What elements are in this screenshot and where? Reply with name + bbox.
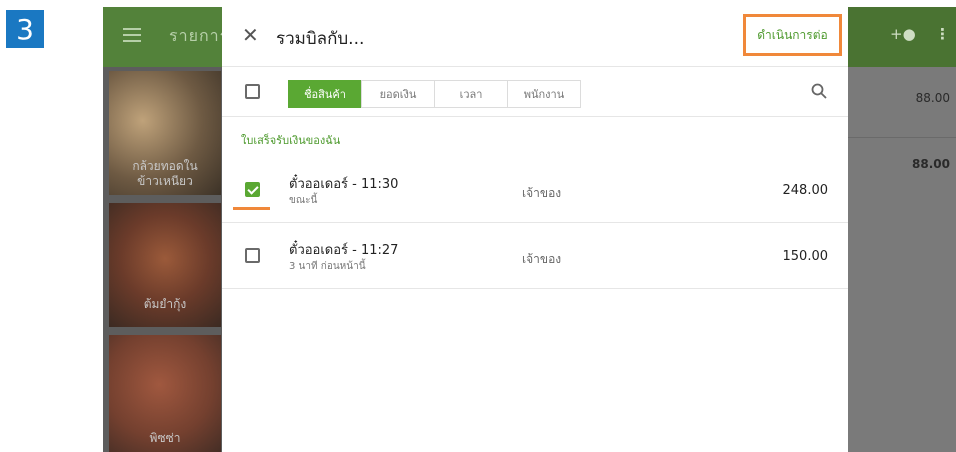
- receipt-checkbox[interactable]: [245, 248, 260, 263]
- receipt-time: 3 นาที ก่อนหน้านี้: [289, 261, 366, 272]
- close-icon[interactable]: ✕: [242, 23, 259, 47]
- select-all-checkbox[interactable]: [245, 84, 260, 99]
- receipt-owner: เจ้าของ: [522, 252, 562, 266]
- continue-button[interactable]: ดำเนินการต่อ: [743, 14, 842, 56]
- receipt-title: ตั๋วออเดอร์ - 11:30: [289, 177, 399, 192]
- background-ticket-total: 88.00: [912, 157, 950, 171]
- tab-amount[interactable]: ยอดเงิน: [361, 80, 435, 108]
- device-screen: รายการ +● ⋮ กล้วยทอดใน ข้าวเหนียว ต้มยำก…: [103, 7, 956, 452]
- background-line-total: 88.00: [915, 91, 950, 105]
- sort-tabs: ชื่อสินค้า ยอดเงิน เวลา พนักงาน: [288, 80, 581, 108]
- tab-time[interactable]: เวลา: [434, 80, 508, 108]
- product-tile[interactable]: ต้มยำกุ้ง: [109, 203, 221, 327]
- menu-icon[interactable]: [123, 28, 141, 42]
- product-tile[interactable]: กล้วยทอดใน ข้าวเหนียว: [109, 71, 221, 195]
- background-app-title: รายการ: [169, 26, 230, 45]
- receipt-time: ขณะนี้: [289, 195, 318, 206]
- sort-toolbar: ชื่อสินค้า ยอดเงิน เวลา พนักงาน: [222, 67, 848, 117]
- product-tile-label: พิซซ่า: [149, 431, 181, 445]
- tab-item-name[interactable]: ชื่อสินค้า: [288, 80, 362, 108]
- dialog-header: ✕ รวมบิลกับ... ดำเนินการต่อ: [222, 7, 848, 67]
- section-label-my-receipts: ใบเสร็จรับเงินของฉัน: [241, 134, 341, 147]
- selection-highlight-mark: [233, 207, 270, 210]
- step-number-badge: 3: [6, 10, 44, 48]
- tab-employee[interactable]: พนักงาน: [507, 80, 581, 108]
- receipt-checkbox[interactable]: [245, 182, 260, 197]
- receipt-row[interactable]: ตั๋วออเดอร์ - 11:27 3 นาที ก่อนหน้านี้ เ…: [222, 223, 848, 289]
- dialog-title: รวมบิลกับ...: [276, 29, 365, 49]
- more-vert-icon[interactable]: ⋮: [935, 25, 950, 43]
- add-person-icon[interactable]: +●: [890, 25, 916, 43]
- receipt-title: ตั๋วออเดอร์ - 11:27: [289, 243, 399, 258]
- receipt-amount: 248.00: [782, 183, 829, 198]
- receipt-amount: 150.00: [782, 249, 829, 264]
- receipt-row[interactable]: ตั๋วออเดอร์ - 11:30 ขณะนี้ เจ้าของ 248.0…: [222, 157, 848, 223]
- product-tile-label: กล้วยทอดใน ข้าวเหนียว: [132, 159, 198, 188]
- receipt-owner: เจ้าของ: [522, 186, 562, 200]
- search-icon[interactable]: [810, 82, 828, 100]
- divider: [848, 137, 956, 138]
- merge-bill-dialog: ✕ รวมบิลกับ... ดำเนินการต่อ ชื่อสินค้า ย…: [222, 7, 848, 452]
- background-ticket-panel: 88.00 88.00: [848, 67, 956, 452]
- product-tile[interactable]: พิซซ่า: [109, 335, 221, 452]
- product-tile-label: ต้มยำกุ้ง: [143, 297, 187, 311]
